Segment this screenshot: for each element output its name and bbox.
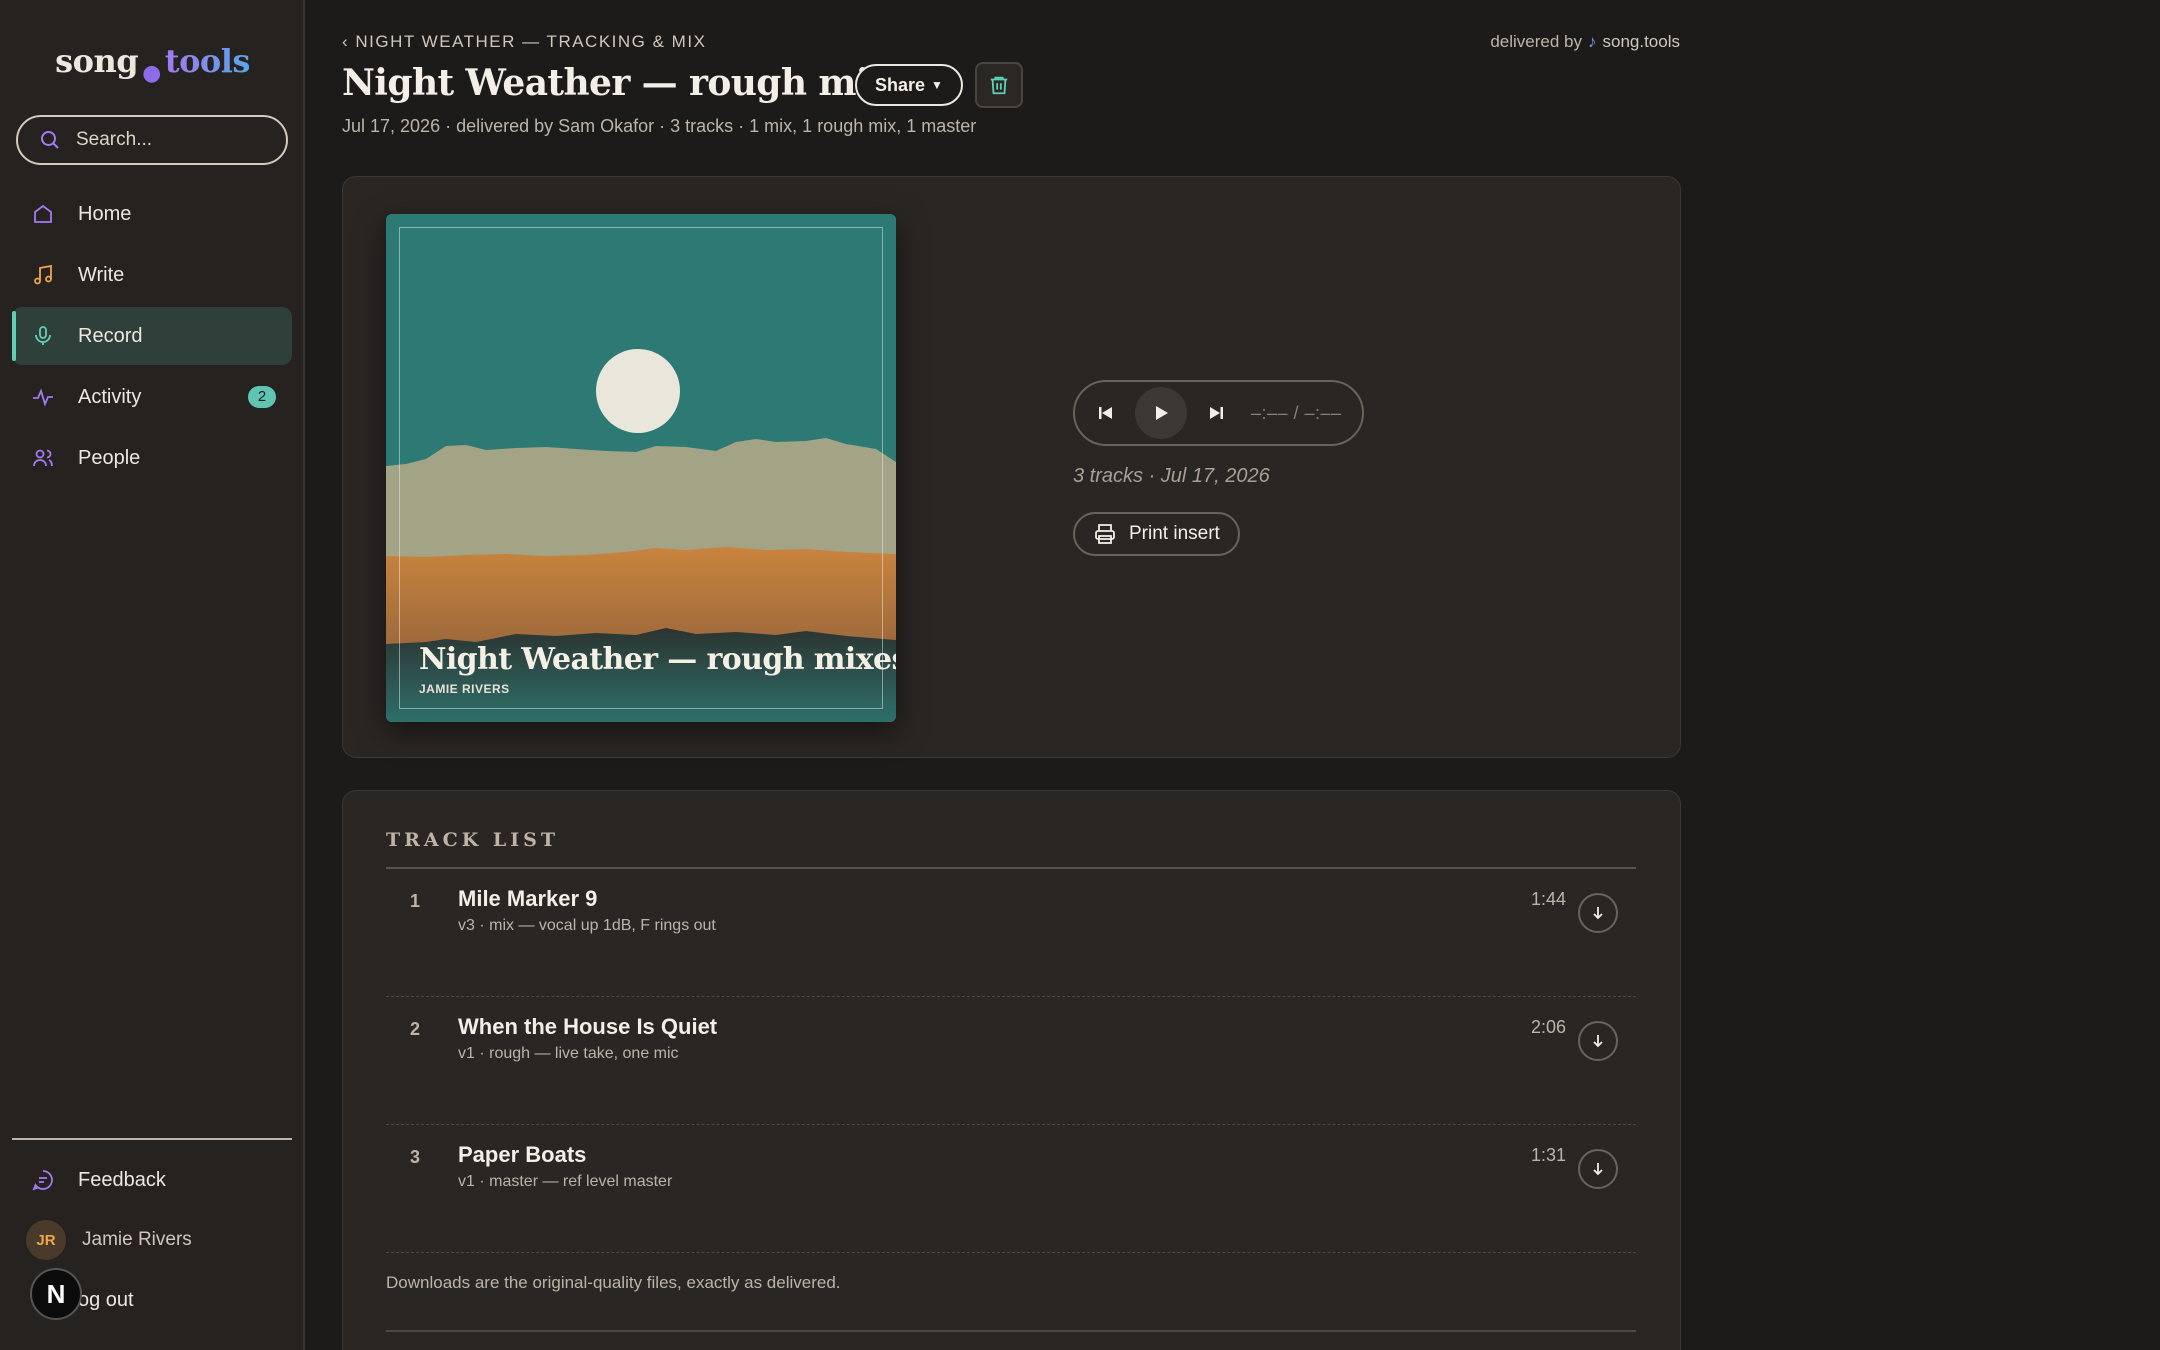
track-number: 1 xyxy=(410,891,421,911)
cover-artist: JAMIE RIVERS xyxy=(419,682,510,696)
share-label: Share xyxy=(875,74,926,95)
delivered-by-brand[interactable]: song.tools xyxy=(1603,32,1681,52)
previous-track-button[interactable] xyxy=(1093,400,1119,426)
sidebar-divider xyxy=(12,1138,292,1140)
feedback-label: Feedback xyxy=(78,1168,166,1191)
cover-frame xyxy=(399,227,883,709)
delivered-by: delivered by ♪ song.tools xyxy=(1490,32,1680,52)
track-version: v3 · mix — vocal up 1dB, F rings out xyxy=(458,917,716,934)
release-summary: 3 tracks · Jul 17, 2026 xyxy=(1073,465,1270,487)
track-row[interactable]: 1 Mile Marker 9 v3 · mix — vocal up 1dB,… xyxy=(386,869,1636,997)
sidebar-item-label: Record xyxy=(78,324,143,347)
print-insert-label: Print insert xyxy=(1129,523,1220,544)
trash-icon xyxy=(990,76,1008,95)
download-arrow-icon xyxy=(1593,907,1603,920)
search-input[interactable] xyxy=(76,129,276,151)
sidebar-item-label: Home xyxy=(78,202,132,225)
track-number: 3 xyxy=(410,1147,421,1167)
avatar: JR xyxy=(26,1220,66,1260)
release-card: Night Weather — rough mixes JAMIE RIVERS… xyxy=(342,176,1681,758)
search-icon xyxy=(41,131,59,149)
logo-dot: ● xyxy=(142,60,161,86)
track-duration: 1:31 xyxy=(1530,1145,1566,1165)
sidebar-item-label: Write xyxy=(78,263,125,286)
chevron-down-icon: ▼ xyxy=(931,78,943,92)
play-button[interactable] xyxy=(1135,387,1187,439)
cover-art: Night Weather — rough mixes JAMIE RIVERS xyxy=(386,214,896,722)
music-note-icon: ♪ xyxy=(1588,32,1597,51)
skip-forward-icon xyxy=(1210,407,1223,419)
chat-bubble-icon xyxy=(30,1167,56,1193)
track-duration: 1:44 xyxy=(1530,889,1566,909)
print-insert-button[interactable]: Print insert xyxy=(1073,512,1240,556)
download-button[interactable] xyxy=(1578,1149,1618,1189)
track-duration: 2:06 xyxy=(1530,1017,1566,1037)
play-icon xyxy=(1156,406,1168,420)
track-number: 2 xyxy=(410,1019,421,1039)
breadcrumb[interactable]: ‹ NIGHT WEATHER — TRACKING & MIX xyxy=(342,32,706,52)
sidebar-item-write[interactable]: Write xyxy=(12,246,292,304)
tracklist-header: TRACK LIST xyxy=(386,829,560,851)
logout-label: og out xyxy=(78,1288,134,1311)
app-logo[interactable]: song ● tools xyxy=(0,42,305,86)
track-version: v1 · rough — live take, one mic xyxy=(458,1045,679,1062)
microphone-icon xyxy=(30,323,56,349)
download-footnote: Downloads are the original-quality files… xyxy=(386,1273,841,1292)
track-title: When the House Is Quiet xyxy=(458,1014,718,1039)
logo-tools-text: tools xyxy=(164,42,251,80)
search-box[interactable] xyxy=(16,115,288,165)
sidebar-nav: Home Write Record Activity 2 People xyxy=(12,185,292,490)
music-note-icon xyxy=(30,262,56,288)
download-arrow-icon xyxy=(1593,1163,1603,1176)
people-icon xyxy=(30,445,56,471)
delivery-meta: Jul 17, 2026 · delivered by Sam Okafor ·… xyxy=(342,116,977,136)
page-title: Night Weather — rough mixes xyxy=(342,62,932,104)
delivered-by-label: delivered by xyxy=(1490,32,1582,51)
activity-icon xyxy=(30,384,56,410)
track-version: v1 · master — ref level master xyxy=(458,1173,673,1190)
activity-count-badge: 2 xyxy=(248,386,276,408)
logo-song-text: song xyxy=(55,42,139,80)
tracklist-card: TRACK LIST 1 Mile Marker 9 v3 · mix — vo… xyxy=(342,790,1681,1350)
next-track-button[interactable] xyxy=(1203,400,1229,426)
track-row[interactable]: 2 When the House Is Quiet v1 · rough — l… xyxy=(386,997,1636,1125)
sidebar-item-label: Activity xyxy=(78,385,142,408)
delete-button[interactable] xyxy=(975,62,1023,108)
audio-player: –:–– / –:–– xyxy=(1073,380,1364,446)
track-title: Mile Marker 9 xyxy=(458,886,598,911)
cover-title: Night Weather — rough mixes xyxy=(419,642,896,677)
download-button[interactable] xyxy=(1578,893,1618,933)
download-button[interactable] xyxy=(1578,1021,1618,1061)
share-button[interactable]: Share ▼ xyxy=(855,64,963,106)
printer-icon xyxy=(1095,524,1115,544)
feedback-link[interactable]: Feedback xyxy=(12,1150,292,1210)
playback-time: –:–– / –:–– xyxy=(1251,402,1342,423)
sidebar-item-people[interactable]: People xyxy=(12,429,292,487)
sidebar-item-home[interactable]: Home xyxy=(12,185,292,243)
sidebar-item-label: People xyxy=(78,446,141,469)
track-title: Paper Boats xyxy=(458,1142,587,1167)
footer-divider xyxy=(386,1330,1636,1332)
sidebar-item-record[interactable]: Record xyxy=(12,307,292,365)
sidebar: song●tools Home Write Record xyxy=(0,0,305,1350)
user-name: Jamie Rivers xyxy=(82,1229,192,1250)
skip-back-icon xyxy=(1099,407,1112,419)
home-icon xyxy=(30,201,56,227)
download-arrow-icon xyxy=(1593,1035,1603,1048)
track-row[interactable]: 3 Paper Boats v1 · master — ref level ma… xyxy=(386,1125,1636,1253)
user-profile[interactable]: JR Jamie Rivers xyxy=(12,1210,292,1270)
sidebar-item-activity[interactable]: Activity 2 xyxy=(12,368,292,426)
n-badge-button[interactable]: N xyxy=(30,1268,82,1320)
